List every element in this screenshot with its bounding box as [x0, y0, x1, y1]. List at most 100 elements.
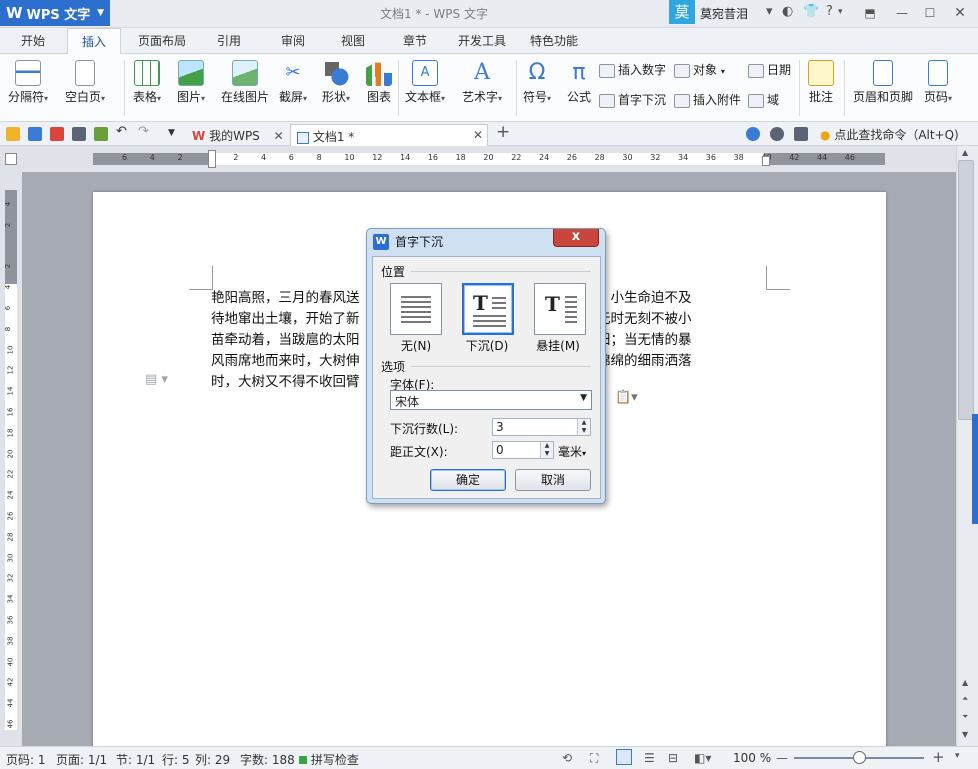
zoom-in-icon[interactable]: +: [932, 748, 945, 766]
paragraph-tools-icon[interactable]: ▤ ▾: [145, 372, 168, 387]
online-picture-button[interactable]: 在线图片: [221, 60, 269, 105]
picture-button[interactable]: 图片▾: [177, 60, 205, 105]
web-view-icon[interactable]: ⊟: [668, 751, 678, 765]
tab-stop-icon[interactable]: [5, 153, 17, 165]
chevron-down-icon[interactable]: ▾: [955, 751, 960, 761]
tab-home[interactable]: 开始: [21, 32, 45, 49]
tab-page-layout[interactable]: 页面布局: [138, 32, 186, 49]
page-number-button[interactable]: 页码▾: [924, 60, 952, 105]
drop-lines-stepper[interactable]: 3 ▲ ▼: [492, 418, 591, 436]
shape-button[interactable]: 形状▾: [322, 60, 350, 105]
ok-button[interactable]: 确定: [430, 469, 506, 491]
app-menu-button[interactable]: W WPS 文字 ▼: [0, 0, 110, 26]
chart-button[interactable]: 图表: [366, 60, 392, 105]
attachment-button[interactable]: 插入附件: [674, 91, 741, 108]
chevron-down-icon[interactable]: ▼: [168, 128, 182, 142]
tab-my-wps[interactable]: W 我的WPS ✕: [186, 124, 290, 146]
wordart-button[interactable]: A 艺术字▾: [462, 60, 502, 105]
comment-button[interactable]: 批注: [808, 60, 834, 105]
symbol-button[interactable]: Ω 符号▾: [523, 60, 551, 105]
page-break-button[interactable]: 分隔符▾: [8, 60, 48, 105]
distance-stepper[interactable]: 0 ▲ ▼: [492, 441, 554, 459]
help-icon[interactable]: ?: [826, 4, 833, 19]
tab-view[interactable]: 视图: [341, 32, 365, 49]
tab-section[interactable]: 章节: [403, 32, 427, 49]
minimize-button[interactable]: —: [888, 2, 916, 24]
history-icon[interactable]: ⟲: [562, 751, 572, 765]
zoom-level[interactable]: 100 %: [733, 751, 771, 765]
undo-icon[interactable]: ↶: [116, 124, 130, 139]
new-tab-icon[interactable]: +: [496, 122, 510, 142]
scroll-down-icon[interactable]: ▼: [962, 730, 968, 739]
scroll-up-icon[interactable]: ▲: [962, 678, 968, 687]
close-icon[interactable]: ✕: [473, 128, 483, 142]
scrollbar-thumb[interactable]: [958, 160, 974, 420]
tab-doc1[interactable]: 文档1 * ✕: [290, 124, 488, 146]
tab-features[interactable]: 特色功能: [530, 32, 578, 49]
redo-icon[interactable]: ↷: [138, 124, 152, 139]
right-indent-marker-icon[interactable]: [762, 156, 770, 166]
maximize-button[interactable]: ☐: [916, 2, 944, 24]
dialog-title-bar[interactable]: W 首字下沉: [373, 233, 443, 250]
shirt-icon[interactable]: 👕: [803, 4, 819, 19]
chevron-down-icon[interactable]: ▾: [838, 7, 843, 17]
formula-button[interactable]: π 公式: [566, 60, 592, 105]
drop-cap-option-margin[interactable]: T: [534, 283, 586, 335]
sync-icon[interactable]: [770, 127, 784, 141]
tab-developer[interactable]: 开发工具: [458, 32, 506, 49]
print-icon[interactable]: [72, 127, 86, 141]
close-button[interactable]: ✕: [946, 2, 974, 24]
insert-number-button[interactable]: 插入数字: [599, 61, 666, 78]
outline-view-icon[interactable]: ☰: [644, 751, 655, 765]
restore-ribbon-icon[interactable]: ⬒: [856, 2, 884, 24]
open-folder-icon[interactable]: [6, 127, 20, 141]
scroll-up-icon[interactable]: ▲: [962, 148, 968, 157]
cancel-button[interactable]: 取消: [515, 469, 591, 491]
eye-protect-icon[interactable]: ◧▾: [694, 751, 711, 765]
previous-page-icon[interactable]: ⏶: [962, 694, 968, 704]
drop-cap-option-none[interactable]: [390, 283, 442, 335]
blank-page-button[interactable]: 空白页▾: [65, 60, 105, 105]
skin-icon[interactable]: ◐: [782, 4, 793, 19]
indent-marker-icon[interactable]: [208, 150, 216, 168]
tab-insert[interactable]: 插入: [67, 28, 122, 54]
next-page-icon[interactable]: ⏷: [962, 712, 968, 722]
paste-options-icon[interactable]: 📋▾: [615, 390, 638, 405]
chevron-down-icon: ▼: [580, 393, 587, 403]
print-preview-icon[interactable]: [94, 127, 108, 141]
close-icon[interactable]: ✕: [274, 129, 284, 143]
zoom-out-icon[interactable]: —: [776, 751, 788, 765]
share-icon[interactable]: [794, 127, 808, 141]
chevron-down-icon[interactable]: ▾: [766, 4, 773, 19]
command-search[interactable]: ● 点此查找命令（Alt+Q): [820, 126, 959, 143]
textbox-button[interactable]: A 文本框▾: [405, 60, 445, 105]
spellcheck-toggle[interactable]: 拼写检查: [299, 751, 359, 768]
field-button[interactable]: 域: [748, 91, 779, 108]
dialog-close-button[interactable]: x: [553, 229, 599, 247]
tab-review[interactable]: 审阅: [281, 32, 305, 49]
spinner-icon[interactable]: ▲ ▼: [577, 419, 590, 435]
header-footer-button[interactable]: 页眉和页脚: [853, 60, 913, 105]
fullscreen-icon[interactable]: ⛶: [590, 751, 598, 766]
side-panel-toggle[interactable]: [972, 414, 978, 524]
object-button[interactable]: 对象 ▾: [674, 61, 725, 78]
date-button[interactable]: 日期: [748, 61, 791, 78]
drop-cap-button[interactable]: 首字下沉: [599, 91, 666, 108]
pdf-icon[interactable]: [50, 127, 64, 141]
screenshot-button[interactable]: ✂ 截屏▾: [279, 60, 307, 105]
cloud-icon[interactable]: [746, 127, 760, 141]
tab-references[interactable]: 引用: [217, 32, 241, 49]
ruler-tick: 42: [6, 677, 15, 687]
status-words[interactable]: 字数: 188: [240, 751, 295, 768]
avatar[interactable]: 莫: [669, 0, 695, 24]
zoom-slider-handle[interactable]: [853, 751, 866, 764]
drop-cap-option-dropped[interactable]: T: [462, 283, 514, 335]
spinner-icon[interactable]: ▲ ▼: [540, 442, 553, 458]
page-view-icon[interactable]: [616, 749, 632, 765]
distance-unit-select[interactable]: 毫米▾: [558, 443, 586, 460]
username[interactable]: 莫宛昔泪: [700, 5, 748, 22]
font-select[interactable]: 宋体 ▼: [390, 390, 592, 410]
save-icon[interactable]: [28, 127, 42, 141]
date-label: 日期: [767, 63, 792, 77]
table-button[interactable]: 表格▾: [133, 60, 161, 105]
